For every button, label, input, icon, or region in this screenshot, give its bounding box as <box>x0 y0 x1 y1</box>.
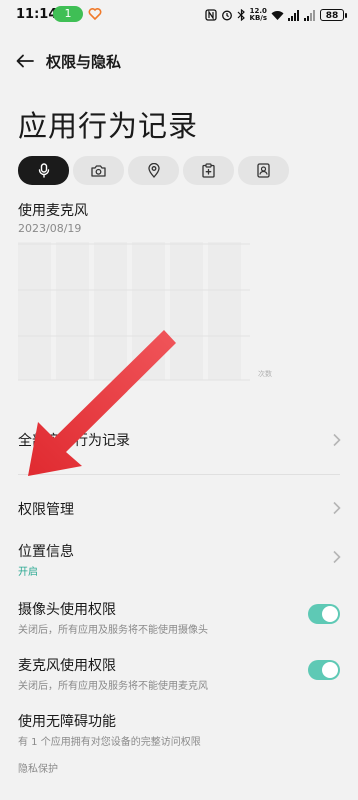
nfc-icon <box>204 9 217 21</box>
accessibility-label: 使用无障碍功能 <box>18 714 116 730</box>
chevron-right-icon <box>333 433 341 447</box>
all-records-row[interactable]: 全部应用行为记录 <box>0 420 358 460</box>
signal-icon <box>288 9 299 21</box>
notification-count: 1 <box>64 7 72 20</box>
mic-permission-desc: 关闭后，所有应用及服务将不能使用麦克风 <box>18 681 208 692</box>
chart-columns <box>18 242 241 380</box>
toggle-knob <box>322 662 338 678</box>
chevron-right-icon <box>333 550 341 564</box>
tab-clipboard[interactable] <box>183 156 234 185</box>
microphone-icon <box>38 163 49 178</box>
camera-permission-toggle[interactable] <box>308 604 340 624</box>
toggle-knob <box>322 606 338 622</box>
alarm-icon <box>221 10 232 21</box>
status-bar: 11:14 1 12.0 KB/s 88 <box>0 0 358 30</box>
permission-manage-label: 权限管理 <box>18 502 74 518</box>
location-label: 位置信息 <box>18 544 74 560</box>
usage-chart: 次数 <box>18 242 272 381</box>
location-row[interactable]: 位置信息 开启 <box>0 534 358 580</box>
network-speed: 12.0 KB/s <box>250 8 267 22</box>
battery-icon: 88 <box>320 9 347 21</box>
privacy-protection-label: 隐私保护 <box>18 764 58 775</box>
wifi-icon <box>271 10 284 20</box>
signal-icon-2 <box>304 9 315 21</box>
bluetooth-icon <box>237 9 245 21</box>
chevron-right-icon <box>333 501 341 515</box>
accessibility-desc: 有 1 个应用拥有对您设备的完整访问权限 <box>18 737 201 748</box>
tab-location[interactable] <box>128 156 179 185</box>
mic-permission-label: 麦克风使用权限 <box>18 658 116 674</box>
mic-permission-toggle[interactable] <box>308 660 340 680</box>
permission-manage-row[interactable]: 权限管理 <box>0 490 358 528</box>
camera-icon <box>91 165 106 177</box>
mic-permission-row: 麦克风使用权限 关闭后，所有应用及服务将不能使用麦克风 <box>0 648 358 694</box>
camera-permission-desc: 关闭后，所有应用及服务将不能使用摄像头 <box>18 625 208 636</box>
accessibility-row[interactable]: 使用无障碍功能 有 1 个应用拥有对您设备的完整访问权限 <box>0 704 358 750</box>
nav-title: 权限与隐私 <box>46 53 122 71</box>
usage-title: 使用麦克风 <box>18 203 88 219</box>
back-button[interactable] <box>12 48 38 74</box>
divider <box>18 474 340 475</box>
tab-microphone[interactable] <box>18 156 69 185</box>
battery-level: 88 <box>325 11 339 21</box>
location-pin-icon <box>147 163 160 178</box>
status-icons: 12.0 KB/s 88 <box>204 6 347 24</box>
contact-card-icon <box>257 163 270 178</box>
camera-permission-label: 摄像头使用权限 <box>18 602 116 618</box>
chart-unit-label: 次数 <box>258 369 272 378</box>
clipboard-icon <box>202 163 215 178</box>
location-status: 开启 <box>18 567 38 578</box>
permission-tabs <box>18 156 289 185</box>
usage-date: 2023/08/19 <box>18 222 82 235</box>
tab-contacts[interactable] <box>238 156 289 185</box>
screen: 11:14 1 12.0 KB/s 88 权限与隐私 应用行为记录 使用麦克风 … <box>0 0 358 800</box>
tab-camera[interactable] <box>73 156 124 185</box>
page-title: 应用行为记录 <box>18 109 199 143</box>
status-time: 11:14 <box>16 7 58 22</box>
arrow-left-icon <box>16 54 34 68</box>
speed-unit: KB/s <box>249 14 267 22</box>
notification-pill: 1 <box>53 6 83 22</box>
all-records-label: 全部应用行为记录 <box>18 433 130 449</box>
heart-icon <box>88 8 102 21</box>
camera-permission-row: 摄像头使用权限 关闭后，所有应用及服务将不能使用摄像头 <box>0 592 358 638</box>
